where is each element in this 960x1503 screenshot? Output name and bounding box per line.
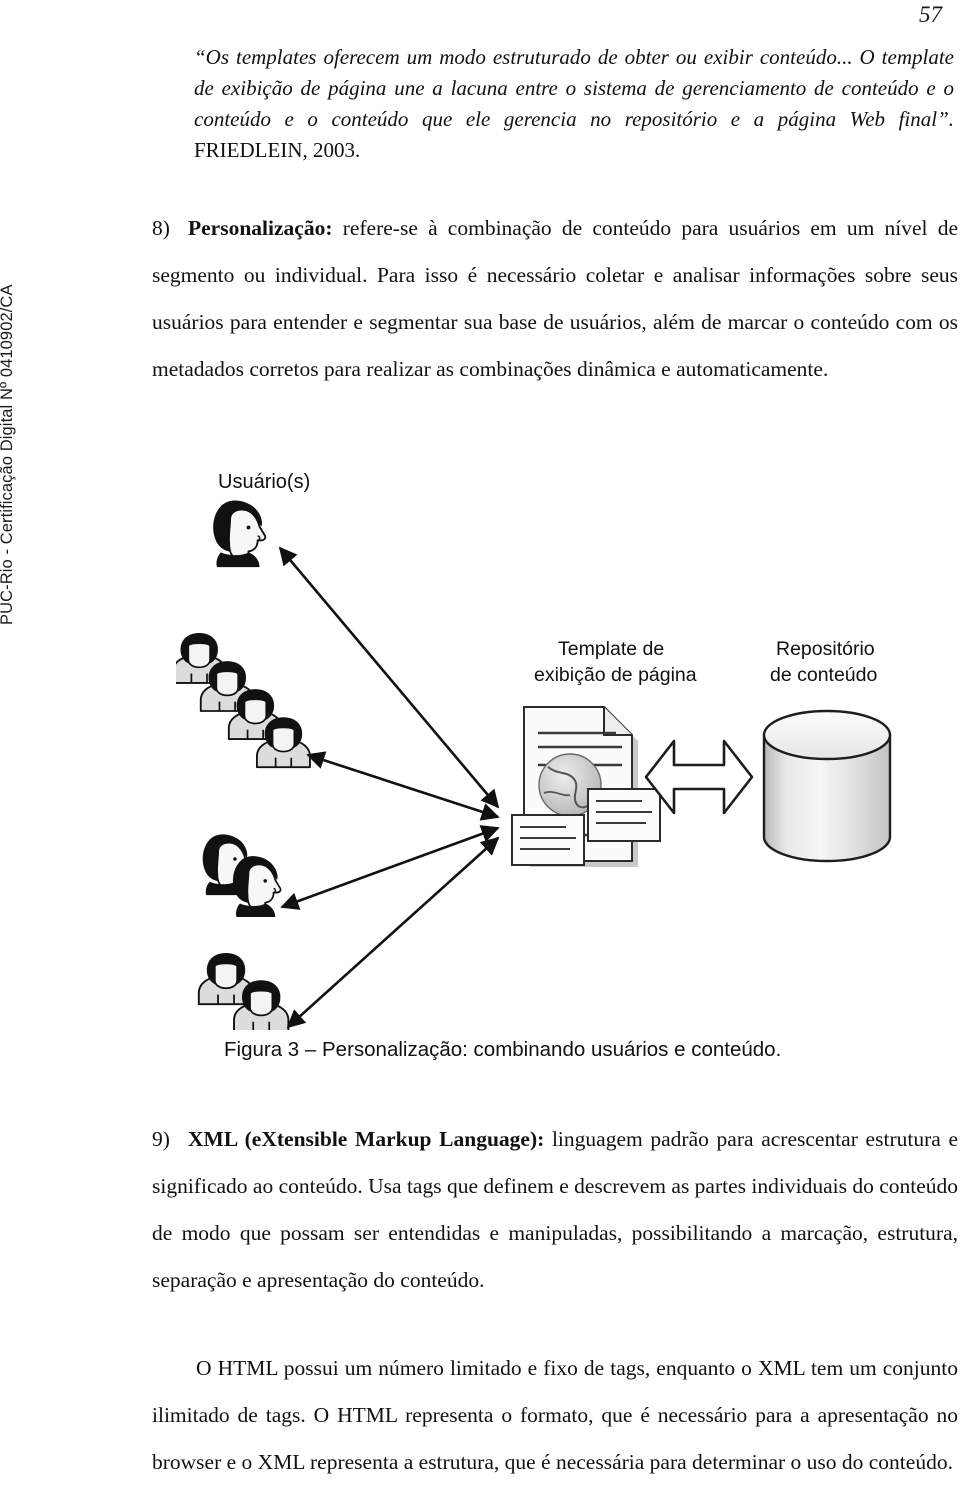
paragraph-xml-body: linguagem padrão para acrescentar estrut… [152, 1127, 959, 1292]
term-xml: XML (eXtensible Markup Language): [188, 1127, 545, 1151]
paragraph-xml: 9) XML (eXtensible Markup Language): ling… [152, 1116, 958, 1304]
quote-block-wrapper: “Os templates oferecem um modo estrutura… [152, 42, 960, 166]
figure-caption: Figura 3 – Personalização: combinando us… [224, 1038, 782, 1061]
list-item-8: 8) Personalização: refere-se à combinação… [152, 205, 960, 393]
quote-text: “Os templates oferecem um modo estrutura… [194, 45, 954, 131]
paragraph-personalizacao-body: refere-se à combinação de conteúdo para … [152, 216, 958, 381]
list-marker-9: 9) [152, 1127, 170, 1151]
quote-citation: FRIEDLEIN, 2003. [194, 138, 361, 162]
svg-text:Template de: Template de [558, 638, 664, 660]
paragraph-html-block: O HTML possui um número limitado e fixo … [152, 1345, 960, 1486]
list-marker-8: 8) [152, 216, 170, 240]
certification-stamp-text: PUC-Rio - Certificação Digital Nº 041090… [0, 284, 16, 625]
page-number: 57 [919, 2, 942, 27]
list-item-9: 9) XML (eXtensible Markup Language): ling… [152, 1116, 960, 1304]
paragraph-personalizacao: 8) Personalização: refere-se à combinação… [152, 205, 958, 393]
figure-personalizacao: Usuário(s) Template de exibição de págin… [176, 455, 906, 1030]
certification-stamp: PUC-Rio - Certificação Digital Nº 041090… [0, 195, 17, 625]
svg-text:exibição de página: exibição de página [534, 664, 697, 686]
svg-text:Usuário(s): Usuário(s) [218, 471, 310, 493]
svg-text:de conteúdo: de conteúdo [770, 664, 878, 686]
svg-text:Repositório: Repositório [776, 638, 875, 660]
quote-block: “Os templates oferecem um modo estrutura… [152, 42, 954, 166]
term-personalizacao: Personalização: [188, 216, 333, 240]
paragraph-html: O HTML possui um número limitado e fixo … [152, 1356, 958, 1474]
